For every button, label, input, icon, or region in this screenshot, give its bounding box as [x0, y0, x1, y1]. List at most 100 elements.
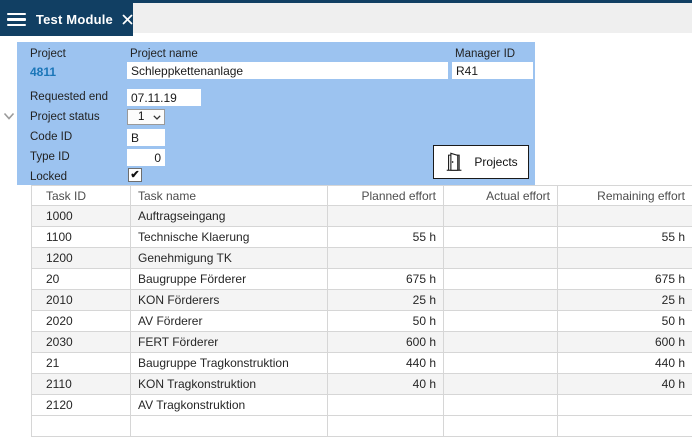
cell[interactable] [444, 269, 558, 290]
cell[interactable] [444, 248, 558, 269]
table-row[interactable]: 2030FERT Förderer600 h600 h [32, 332, 692, 353]
menu-icon[interactable] [7, 13, 26, 27]
cell[interactable]: Auftragseingang [131, 206, 328, 227]
project-name-input[interactable] [127, 62, 448, 79]
cell[interactable] [444, 311, 558, 332]
column-header-remaining-effort[interactable]: Remaining effort [558, 186, 692, 206]
cell[interactable] [131, 416, 328, 437]
cell[interactable] [328, 395, 444, 416]
cell[interactable] [444, 227, 558, 248]
table-row[interactable] [32, 416, 692, 437]
column-header-task-id[interactable]: Task ID [32, 186, 131, 206]
close-icon[interactable] [122, 14, 133, 25]
cell[interactable] [444, 290, 558, 311]
project-status-value: 1 [138, 111, 144, 123]
cell[interactable]: 440 h [328, 353, 444, 374]
cell[interactable]: 600 h [328, 332, 444, 353]
project-name-label: Project name [130, 48, 198, 60]
cell[interactable]: 25 h [558, 290, 692, 311]
cell[interactable] [444, 206, 558, 227]
tab-bar: Test Module [0, 0, 692, 33]
table-row[interactable]: 1100Technische Klaerung55 h55 h [32, 227, 692, 248]
requested-end-input[interactable] [127, 89, 201, 106]
cell[interactable] [328, 206, 444, 227]
chevron-down-icon [153, 115, 161, 120]
cell[interactable]: 2020 [32, 311, 131, 332]
locked-label: Locked [30, 171, 67, 183]
cell[interactable] [328, 248, 444, 269]
cell[interactable] [444, 395, 558, 416]
project-number-link[interactable]: 4811 [30, 65, 56, 79]
cell[interactable]: 55 h [328, 227, 444, 248]
chevron-down-icon[interactable] [3, 110, 15, 119]
cell[interactable]: Technische Klaerung [131, 227, 328, 248]
requested-end-label: Requested end [30, 91, 108, 103]
table-row[interactable]: 2120AV Tragkonstruktion [32, 395, 692, 416]
check-icon: ✔ [130, 170, 139, 181]
cell[interactable]: 1000 [32, 206, 131, 227]
column-header-actual-effort[interactable]: Actual effort [444, 186, 558, 206]
project-label: Project [30, 48, 66, 60]
task-table: Task IDTask namePlanned effortActual eff… [31, 185, 692, 437]
project-status-select[interactable]: 1 [127, 109, 165, 125]
cell[interactable]: AV Tragkonstruktion [131, 395, 328, 416]
column-header-task-name[interactable]: Task name [131, 186, 328, 206]
table-row[interactable]: 1200Genehmigung TK [32, 248, 692, 269]
cell[interactable] [444, 374, 558, 395]
cell[interactable] [558, 206, 692, 227]
table-row[interactable]: 21Baugruppe Tragkonstruktion440 h440 h [32, 353, 692, 374]
projects-button[interactable]: Projects [433, 145, 529, 179]
code-id-value: B [131, 131, 139, 145]
cell[interactable]: 25 h [328, 290, 444, 311]
cell[interactable]: 440 h [558, 353, 692, 374]
cell[interactable]: KON Tragkonstruktion [131, 374, 328, 395]
column-header-planned-effort[interactable]: Planned effort [328, 186, 444, 206]
cell[interactable] [558, 395, 692, 416]
cell[interactable]: KON Förderers [131, 290, 328, 311]
cell[interactable]: Baugruppe Förderer [131, 269, 328, 290]
cell[interactable]: 675 h [328, 269, 444, 290]
cell[interactable] [444, 332, 558, 353]
cell[interactable] [558, 416, 692, 437]
cell[interactable]: 675 h [558, 269, 692, 290]
cell[interactable]: 40 h [558, 374, 692, 395]
table-row[interactable]: 2110KON Tragkonstruktion40 h40 h [32, 374, 692, 395]
cell[interactable]: 21 [32, 353, 131, 374]
tab-title: Test Module [36, 12, 113, 27]
cell[interactable]: 1200 [32, 248, 131, 269]
task-table-body: 1000Auftragseingang1100Technische Klaeru… [32, 206, 692, 437]
code-id-label: Code ID [30, 131, 72, 143]
table-row[interactable]: 2010KON Förderers25 h25 h [32, 290, 692, 311]
locked-checkbox[interactable]: ✔ [128, 168, 142, 182]
cell[interactable]: Baugruppe Tragkonstruktion [131, 353, 328, 374]
cell[interactable] [32, 416, 131, 437]
table-header-row: Task IDTask namePlanned effortActual eff… [32, 186, 692, 206]
cell[interactable] [444, 416, 558, 437]
code-id-field[interactable]: B [127, 129, 165, 146]
cell[interactable] [558, 248, 692, 269]
cell[interactable]: 2010 [32, 290, 131, 311]
cell[interactable]: 2120 [32, 395, 131, 416]
manager-id-label: Manager ID [455, 48, 515, 60]
table-row[interactable]: 1000Auftragseingang [32, 206, 692, 227]
table-row[interactable]: 2020AV Förderer50 h50 h [32, 311, 692, 332]
cell[interactable] [328, 416, 444, 437]
table-row[interactable]: 20Baugruppe Förderer675 h675 h [32, 269, 692, 290]
cell[interactable]: 20 [32, 269, 131, 290]
cell[interactable]: 50 h [328, 311, 444, 332]
projects-button-label: Projects [474, 155, 517, 169]
cell[interactable]: 2110 [32, 374, 131, 395]
cell[interactable]: Genehmigung TK [131, 248, 328, 269]
cell[interactable]: AV Förderer [131, 311, 328, 332]
cell[interactable] [444, 353, 558, 374]
cell[interactable]: 50 h [558, 311, 692, 332]
manager-id-input[interactable] [452, 62, 533, 79]
cell[interactable]: FERT Förderer [131, 332, 328, 353]
cell[interactable]: 2030 [32, 332, 131, 353]
cell[interactable]: 40 h [328, 374, 444, 395]
tab-test-module[interactable]: Test Module [0, 3, 133, 36]
cell[interactable]: 600 h [558, 332, 692, 353]
type-id-input[interactable] [127, 149, 165, 166]
cell[interactable]: 55 h [558, 227, 692, 248]
cell[interactable]: 1100 [32, 227, 131, 248]
